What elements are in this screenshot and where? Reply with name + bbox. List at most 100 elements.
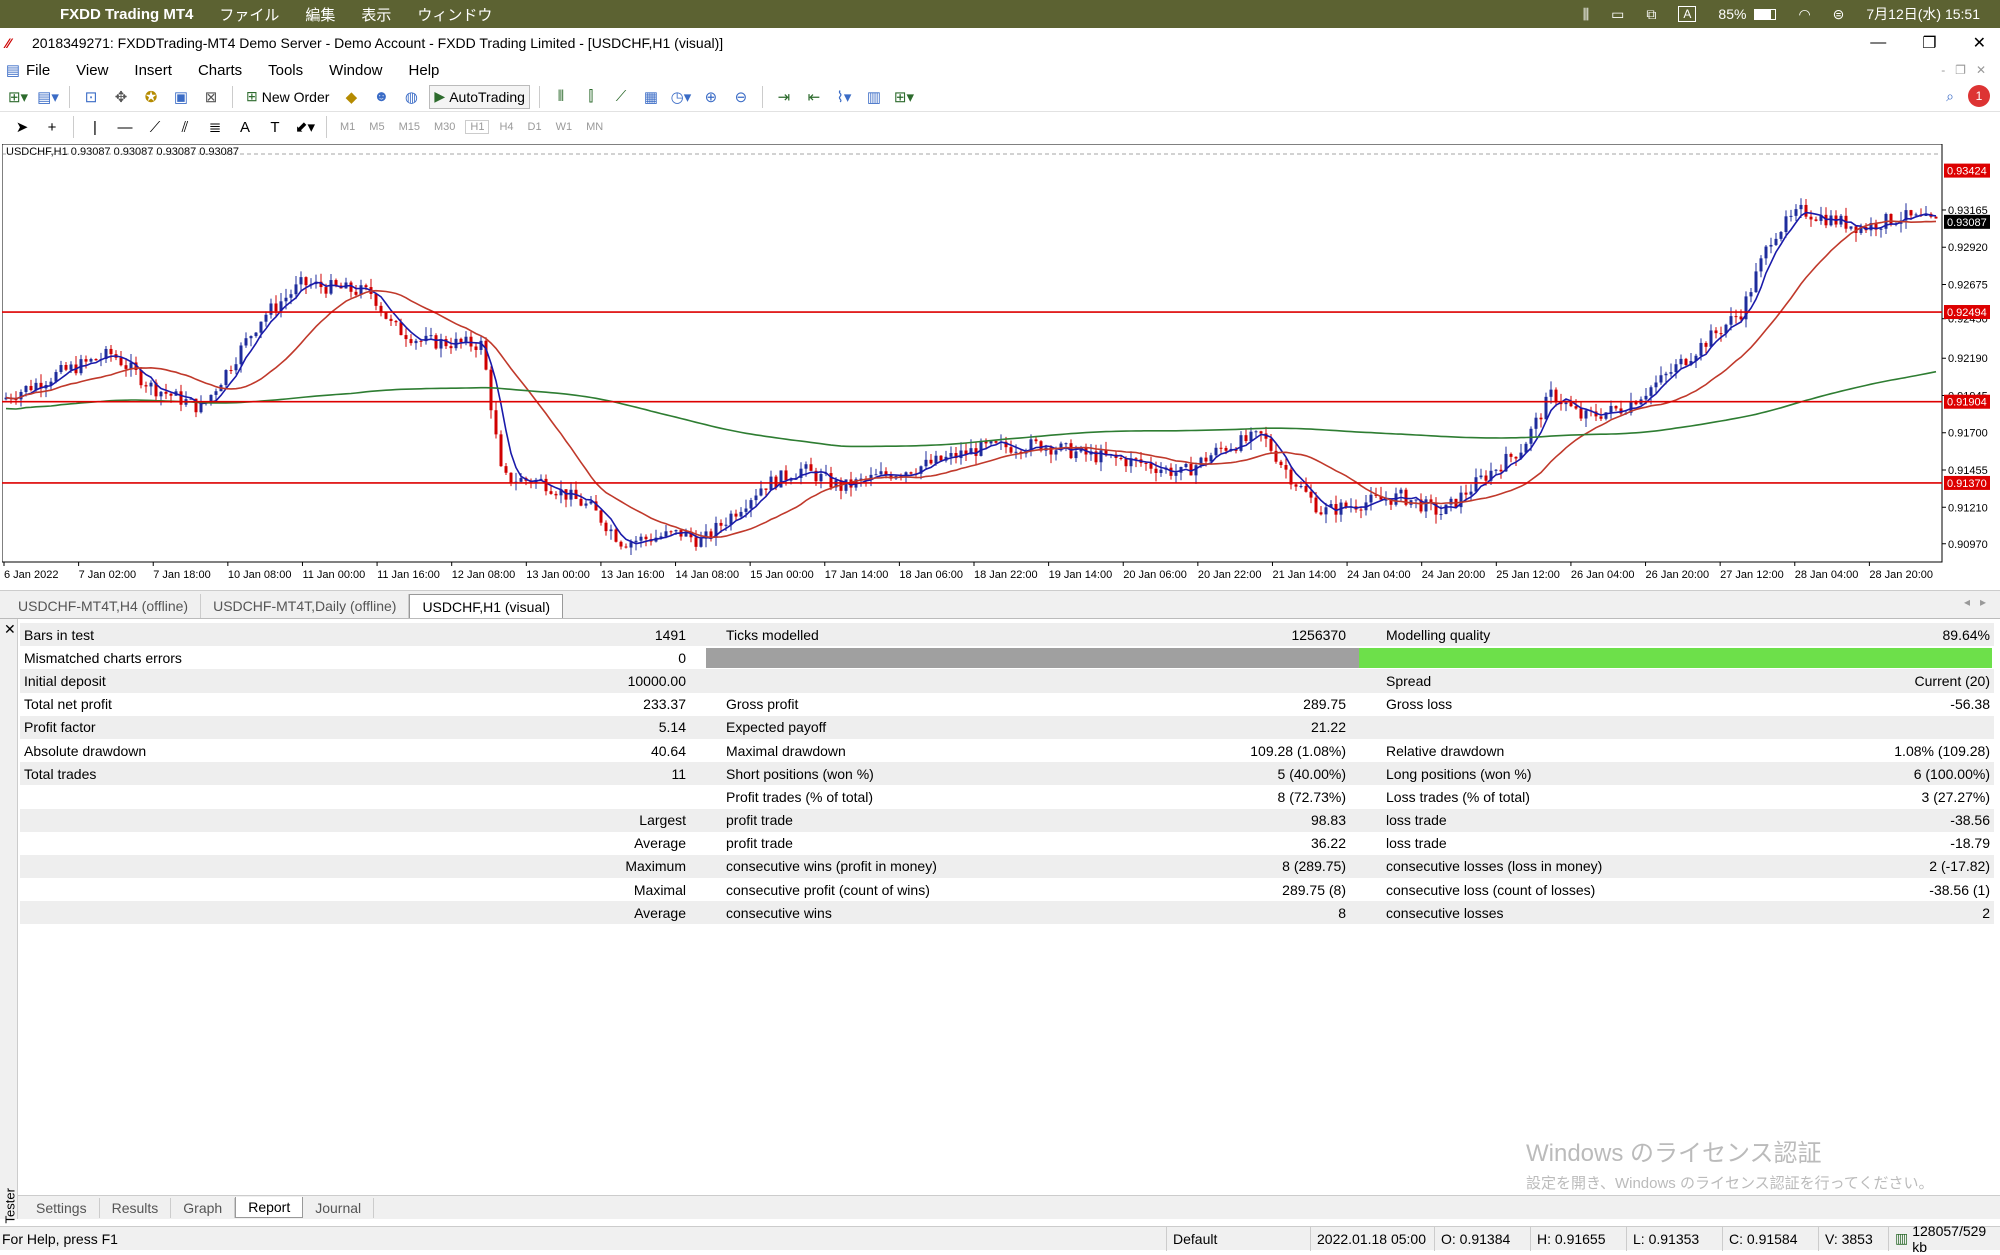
report-row: Profit trades (% of total) 8 (72.73%) Loss… bbox=[20, 785, 1994, 809]
timeframe-mn[interactable]: MN bbox=[582, 121, 607, 133]
mac-menu-edit[interactable]: 編集 bbox=[305, 4, 335, 25]
channel-icon[interactable]: ⫽ bbox=[173, 115, 197, 139]
timeframe-m1[interactable]: M1 bbox=[336, 121, 359, 133]
fibonacci-icon[interactable]: ≣ bbox=[203, 115, 227, 139]
close-tester-icon[interactable]: ✕ bbox=[4, 621, 16, 638]
timeframe-h4[interactable]: H4 bbox=[495, 121, 517, 133]
signals-icon[interactable]: ☻ bbox=[369, 85, 393, 109]
market-icon[interactable]: ◍ bbox=[399, 85, 423, 109]
periods-icon[interactable]: ◷▾ bbox=[669, 85, 693, 109]
menu-insert[interactable]: Insert bbox=[134, 62, 172, 79]
tab-usdchf-h1-visual[interactable]: USDCHF,H1 (visual) bbox=[409, 594, 564, 618]
zoom-in-icon[interactable]: ⊕ bbox=[699, 85, 723, 109]
report-label: Gross profit bbox=[690, 692, 1020, 716]
display-icon[interactable]: ▭ bbox=[1611, 6, 1624, 23]
zoom-out-icon[interactable]: ⊖ bbox=[729, 85, 753, 109]
report-value: 109.28 (1.08%) bbox=[1020, 738, 1350, 763]
crosshair-icon[interactable]: + bbox=[40, 115, 64, 139]
market-watch-icon[interactable]: ⊡ bbox=[79, 85, 103, 109]
tab-usdchf-h4[interactable]: USDCHF-MT4T,H4 (offline) bbox=[6, 594, 202, 618]
control-icon[interactable]: ⫼ bbox=[1583, 6, 1589, 23]
tab-usdchf-daily[interactable]: USDCHF-MT4T,Daily (offline) bbox=[201, 594, 410, 618]
new-chart-icon[interactable]: ⊞▾ bbox=[6, 85, 30, 109]
candle-body bbox=[694, 537, 698, 547]
autoscroll-icon[interactable]: ⇥ bbox=[772, 85, 796, 109]
timeframe-m30[interactable]: M30 bbox=[430, 121, 459, 133]
report-label: Ticks modelled bbox=[690, 623, 1020, 647]
tab-results[interactable]: Results bbox=[100, 1197, 172, 1218]
terminal-icon[interactable]: ▣ bbox=[169, 85, 193, 109]
timeframe-h1[interactable]: H1 bbox=[465, 120, 490, 134]
arrows-icon[interactable]: ⬋▾ bbox=[293, 115, 317, 139]
candle-body bbox=[59, 364, 63, 373]
timeframe-d1[interactable]: D1 bbox=[524, 121, 546, 133]
tab-report[interactable]: Report bbox=[235, 1197, 304, 1218]
mac-menu-window[interactable]: ウィンドウ bbox=[417, 4, 492, 25]
vertical-line-icon[interactable]: | bbox=[83, 115, 107, 139]
close-icon[interactable]: ✕ bbox=[1973, 33, 1986, 53]
cursor-icon[interactable]: ➤ bbox=[10, 115, 34, 139]
menu-view[interactable]: View bbox=[76, 62, 108, 79]
wifi-icon[interactable]: ◠ bbox=[1798, 6, 1810, 23]
minimize-icon[interactable]: — bbox=[1870, 34, 1886, 52]
candle-body bbox=[469, 336, 473, 347]
mac-menu-view[interactable]: 表示 bbox=[361, 4, 391, 25]
price-chart[interactable]: USDCHF,H1 0.93087 0.93087 0.93087 0.9308… bbox=[1, 143, 1998, 589]
tab-scroll-arrows[interactable]: ◂ ▸ bbox=[1964, 595, 1986, 609]
tab-settings[interactable]: Settings bbox=[24, 1197, 100, 1218]
profiles-icon[interactable]: ▤▾ bbox=[36, 85, 60, 109]
quality-green-segment bbox=[1358, 647, 1992, 668]
candle-body bbox=[1144, 462, 1148, 464]
data-window-icon[interactable]: ✥ bbox=[109, 85, 133, 109]
control-center-icon[interactable]: ⊜ bbox=[1833, 6, 1845, 23]
timeframe-m5[interactable]: M5 bbox=[365, 121, 388, 133]
templates-icon[interactable]: ▥ bbox=[862, 85, 886, 109]
menu-window[interactable]: Window bbox=[329, 62, 382, 79]
navigator-icon[interactable]: ✪ bbox=[139, 85, 163, 109]
candlestick-icon[interactable]: ⫿ bbox=[579, 85, 603, 109]
menu-tools[interactable]: Tools bbox=[268, 62, 303, 79]
trendline-icon[interactable]: ⟋ bbox=[143, 115, 167, 139]
candle-body bbox=[749, 500, 753, 509]
strategy-tester-icon[interactable]: ⊠ bbox=[199, 85, 223, 109]
price-chart-svg[interactable]: USDCHF,H1 0.93087 0.93087 0.93087 0.9308… bbox=[1, 143, 1998, 589]
tester-label: Tester bbox=[2, 1188, 18, 1224]
menu-help[interactable]: Help bbox=[409, 62, 440, 79]
experts-icon[interactable]: ⊞▾ bbox=[892, 85, 916, 109]
metaeditor-icon[interactable]: ◆ bbox=[339, 85, 363, 109]
timeframe-w1[interactable]: W1 bbox=[552, 121, 577, 133]
report-label: consecutive loss (count of losses) bbox=[1350, 878, 1680, 902]
candle-body bbox=[1279, 461, 1283, 466]
mac-menu-file[interactable]: ファイル bbox=[219, 4, 279, 25]
battery-icon[interactable] bbox=[1754, 8, 1777, 20]
text-icon[interactable]: A bbox=[233, 115, 257, 139]
line-chart-icon[interactable]: ⟋ bbox=[609, 85, 633, 109]
tab-journal[interactable]: Journal bbox=[303, 1197, 375, 1218]
indicators-icon[interactable]: ⌇▾ bbox=[832, 85, 856, 109]
menu-file[interactable]: File bbox=[26, 62, 50, 79]
text-label-icon[interactable]: T bbox=[263, 115, 287, 139]
input-source-icon[interactable]: A bbox=[1678, 6, 1697, 22]
timeframe-m15[interactable]: M15 bbox=[395, 121, 424, 133]
menu-charts[interactable]: Charts bbox=[198, 62, 242, 79]
clock[interactable]: 7月12日(水) 15:51 bbox=[1866, 4, 1980, 24]
tab-graph[interactable]: Graph bbox=[171, 1197, 236, 1218]
restore-icon[interactable]: ❐ bbox=[1922, 33, 1936, 53]
mdi-doc-icon[interactable]: ▤ bbox=[0, 61, 26, 79]
autotrading-button[interactable]: ▶ AutoTrading bbox=[429, 84, 530, 109]
candle-body bbox=[1224, 447, 1228, 451]
mdi-controls[interactable]: ‐ ❐ ✕ bbox=[1941, 63, 1986, 77]
search-icon[interactable]: ⌕ bbox=[1946, 88, 1954, 105]
candle-body bbox=[664, 531, 668, 537]
notification-badge[interactable]: 1 bbox=[1968, 85, 1990, 107]
bar-chart-icon[interactable]: ⫴ bbox=[549, 85, 573, 109]
windows-icon[interactable]: ⧉ bbox=[1646, 6, 1656, 23]
horizontal-line-icon[interactable]: — bbox=[113, 115, 137, 139]
new-order-button[interactable]: ⊞ New Order bbox=[242, 85, 333, 109]
report-label: Relative drawdown bbox=[1350, 738, 1680, 763]
candle-body bbox=[1934, 216, 1938, 219]
tile-windows-icon[interactable]: ▦ bbox=[639, 85, 663, 109]
candle-body bbox=[644, 536, 648, 540]
chart-shift-icon[interactable]: ⇤ bbox=[802, 85, 826, 109]
app-name[interactable]: FXDD Trading MT4 bbox=[60, 6, 193, 23]
